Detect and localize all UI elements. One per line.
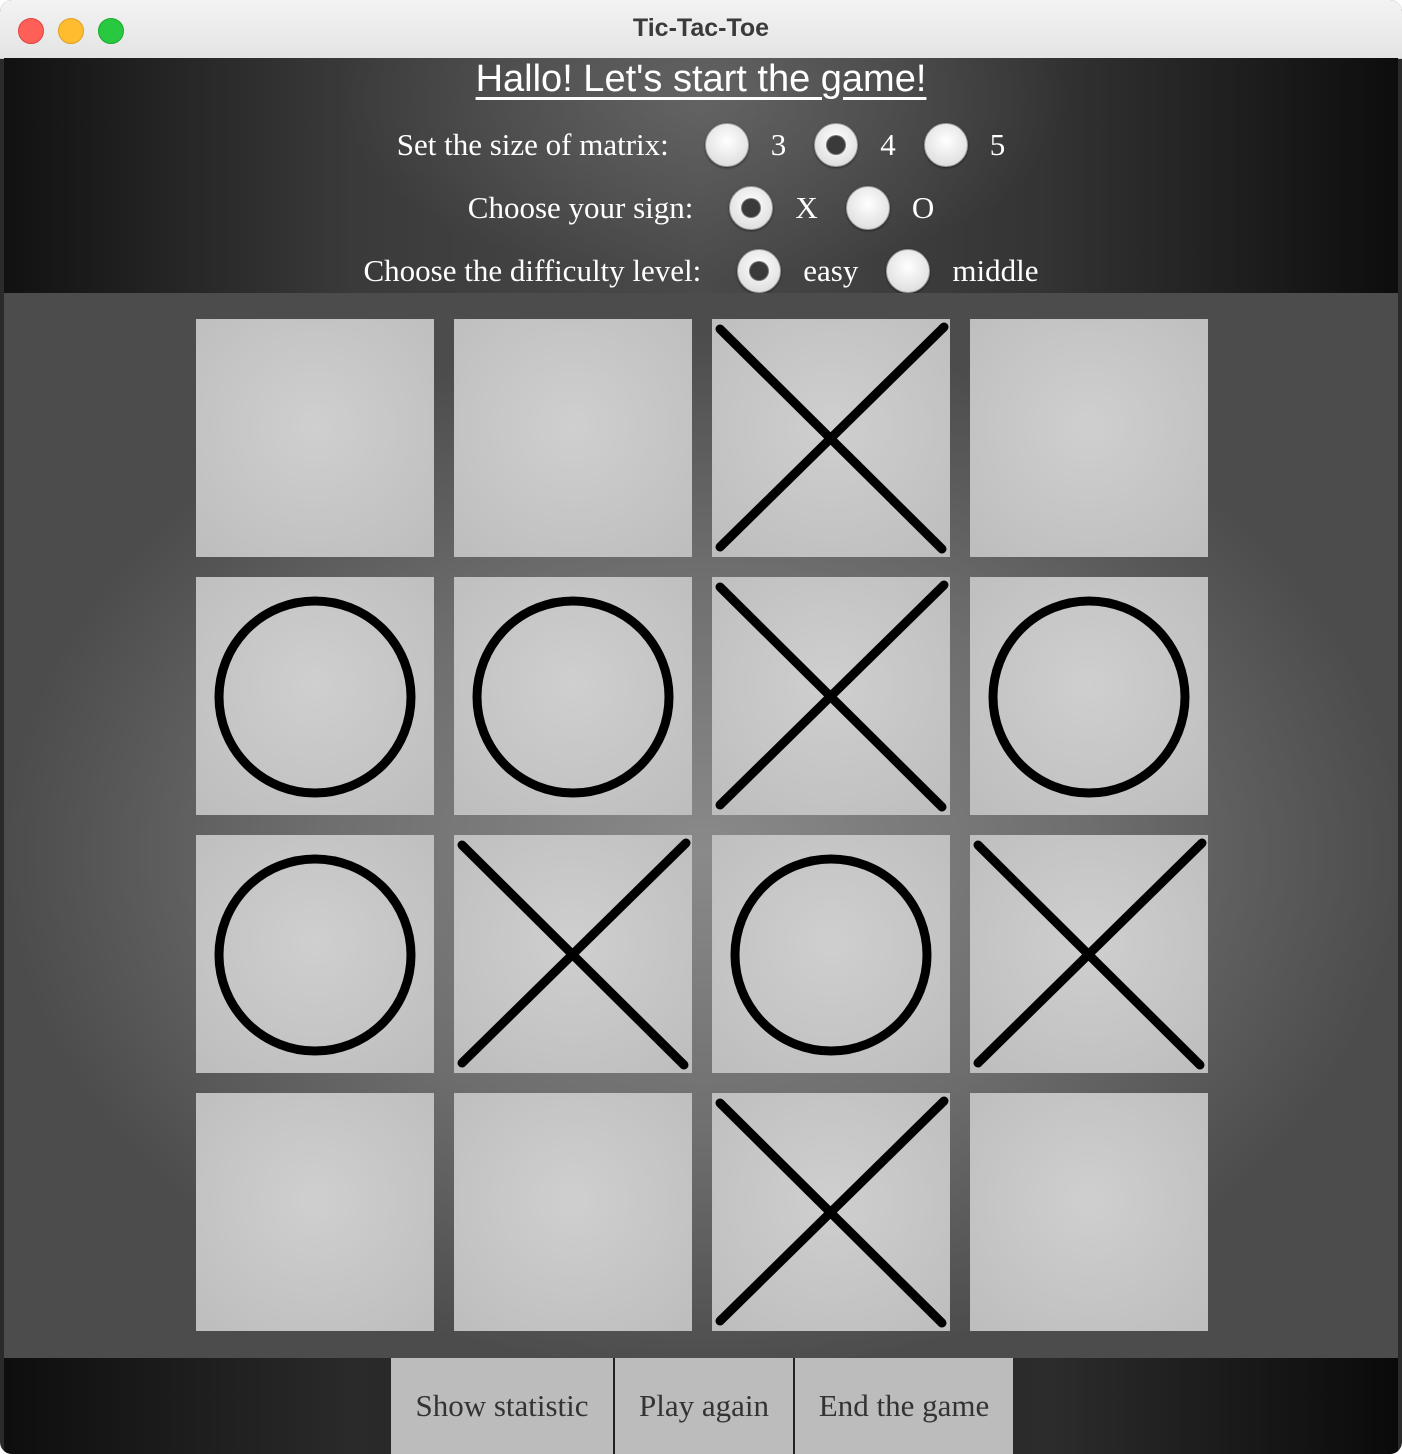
matrix-size-option-5[interactable]: 5 — [923, 123, 1006, 167]
matrix-size-row: Set the size of matrix: 3 4 5 — [4, 123, 1398, 167]
app-window: Tic-Tac-Toe Hallo! Let's start the game!… — [0, 0, 1402, 1454]
play-again-button[interactable]: Play again — [615, 1358, 793, 1454]
game-board — [4, 293, 1398, 1358]
o-mark-icon — [730, 854, 932, 1056]
sign-option-x[interactable]: X — [729, 186, 818, 230]
board-cell-2-2[interactable] — [712, 835, 950, 1073]
show-statistic-button[interactable]: Show statistic — [391, 1358, 613, 1454]
board-cell-2-0[interactable] — [196, 835, 434, 1073]
board-cell-0-0[interactable] — [196, 319, 434, 557]
board-cell-2-1[interactable] — [454, 835, 692, 1073]
board-cell-1-3[interactable] — [970, 577, 1208, 815]
matrix-size-option-label: 4 — [880, 127, 896, 162]
sign-option-label: O — [911, 190, 935, 225]
matrix-size-radio-5[interactable] — [923, 123, 968, 167]
matrix-size-radio-4[interactable] — [814, 123, 859, 167]
sign-label: Choose your sign: — [467, 190, 694, 225]
difficulty-radio-easy[interactable] — [737, 249, 782, 293]
settings-panel: Hallo! Let's start the game! Set the siz… — [4, 58, 1398, 293]
difficulty-row: Choose the difficulty level: easy middle — [4, 249, 1398, 293]
board-cell-1-2[interactable] — [712, 577, 950, 815]
window-title: Tic-Tac-Toe — [632, 14, 770, 42]
x-mark-icon — [715, 580, 949, 812]
sign-radio-o[interactable] — [845, 186, 890, 230]
board-cell-3-2[interactable] — [712, 1093, 950, 1331]
difficulty-option-easy[interactable]: easy — [737, 249, 858, 293]
difficulty-option-label: middle — [952, 253, 1039, 288]
board-cell-1-1[interactable] — [454, 577, 692, 815]
x-mark-icon — [457, 838, 691, 1070]
matrix-size-option-label: 3 — [770, 127, 787, 162]
title-bar: Tic-Tac-Toe — [0, 0, 1402, 59]
difficulty-option-label: easy — [803, 253, 859, 288]
sign-option-o[interactable]: O — [845, 186, 935, 230]
page-title: Hallo! Let's start the game! — [475, 58, 927, 100]
o-mark-icon — [214, 854, 416, 1056]
matrix-size-option-3[interactable]: 3 — [704, 123, 787, 167]
board-cell-0-2[interactable] — [712, 319, 950, 557]
o-mark-icon — [214, 596, 416, 798]
board-cell-2-3[interactable] — [970, 835, 1208, 1073]
matrix-size-option-label: 5 — [989, 127, 1006, 162]
board-cell-3-3[interactable] — [970, 1093, 1208, 1331]
o-mark-icon — [472, 596, 674, 798]
board-cell-1-0[interactable] — [196, 577, 434, 815]
board-cell-3-0[interactable] — [196, 1093, 434, 1331]
difficulty-option-middle[interactable]: middle — [886, 249, 1038, 293]
matrix-size-option-4[interactable]: 4 — [814, 123, 896, 167]
button-bar: Show statistic Play again End the game — [4, 1358, 1398, 1454]
difficulty-radio-middle[interactable] — [886, 249, 931, 293]
board-cell-0-1[interactable] — [454, 319, 692, 557]
board-cell-3-1[interactable] — [454, 1093, 692, 1331]
board-cell-0-3[interactable] — [970, 319, 1208, 557]
sign-radio-x[interactable] — [729, 186, 774, 230]
end-game-button[interactable]: End the game — [795, 1358, 1013, 1454]
o-mark-icon — [988, 596, 1190, 798]
sign-row: Choose your sign: X O — [4, 186, 1398, 230]
x-mark-icon — [715, 322, 949, 554]
matrix-size-radio-3[interactable] — [704, 123, 749, 167]
matrix-size-label: Set the size of matrix: — [396, 127, 669, 162]
difficulty-label: Choose the difficulty level: — [363, 253, 702, 288]
x-mark-icon — [715, 1096, 949, 1328]
x-mark-icon — [973, 838, 1207, 1070]
sign-option-label: X — [795, 190, 818, 225]
